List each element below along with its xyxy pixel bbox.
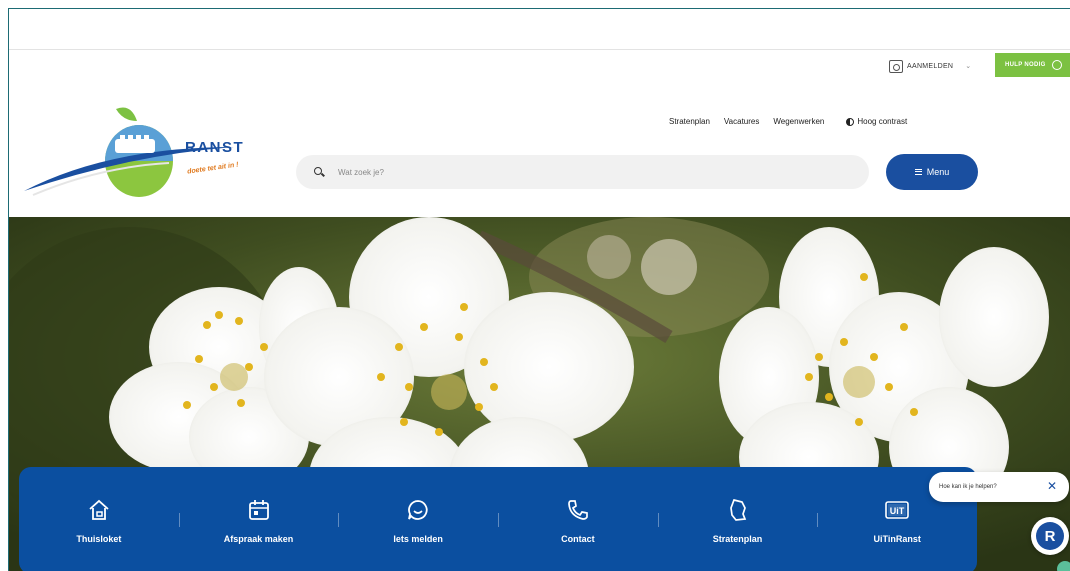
login-label: AANMELDEN: [907, 62, 954, 70]
chat-launcher-button[interactable]: R: [1031, 517, 1069, 555]
browser-viewport: AANMELDEN ⌄ HULP NODIG RANST doete tet a…: [8, 8, 1070, 571]
quick-navigation: Thuisloket Afspraak maken Iets melden Co…: [19, 467, 977, 571]
menu-label: Menu: [926, 167, 950, 177]
quicknav-thuisloket[interactable]: Thuisloket: [19, 467, 179, 571]
quicknav-afspraak-maken[interactable]: Afspraak maken: [178, 467, 339, 571]
help-icon: [1051, 60, 1062, 70]
nav-link-wegenwerken[interactable]: Wegenwerken: [773, 117, 824, 126]
quicknav-contact[interactable]: Contact: [498, 467, 658, 571]
chat-icon: [408, 499, 428, 520]
status-dot: [1057, 561, 1070, 571]
high-contrast-toggle[interactable]: Hoog contrast: [846, 117, 907, 126]
map-icon: [729, 498, 746, 521]
close-icon[interactable]: ✕: [1047, 479, 1057, 493]
quicknav-label: Thuisloket: [76, 533, 122, 544]
contrast-icon: [846, 117, 855, 126]
chat-prompt[interactable]: Hoe kan ik je helpen? ✕: [929, 472, 1069, 502]
chat-prompt-text: Hoe kan ik je helpen?: [939, 484, 997, 490]
quicknav-label: Iets melden: [393, 533, 443, 544]
utility-bar: AANMELDEN ⌄ HULP NODIG: [9, 49, 1070, 79]
quicknav-stratenplan[interactable]: Stratenplan: [657, 467, 818, 571]
help-label: HULP NODIG: [1005, 62, 1046, 68]
menu-button[interactable]: Menu: [886, 154, 978, 190]
chat-launcher-icon: R: [1036, 522, 1064, 550]
logo-graphic: [24, 107, 234, 197]
quicknav-label: Contact: [561, 533, 595, 544]
chevron-down-icon: ⌄: [965, 63, 972, 70]
phone-icon: [567, 499, 588, 520]
search-input[interactable]: [338, 167, 738, 177]
quicknav-iets-melden[interactable]: Iets melden: [338, 467, 498, 571]
calendar-icon: [248, 499, 269, 520]
contrast-label: Hoog contrast: [857, 117, 908, 126]
help-button[interactable]: HULP NODIG: [995, 53, 1070, 77]
uit-icon: UiT: [885, 500, 909, 519]
quicknav-label: UiTinRanst: [873, 533, 921, 544]
brand-name: RANST: [185, 139, 245, 156]
search-bar[interactable]: [296, 155, 869, 189]
site-header: RANST doete tet ait in ! Stratenplan Vac…: [9, 79, 1070, 217]
search-icon: [314, 167, 324, 177]
ranst-logo[interactable]: RANST doete tet ait in !: [19, 99, 289, 209]
nav-link-stratenplan[interactable]: Stratenplan: [669, 117, 710, 126]
hamburger-icon: [914, 169, 922, 175]
svg-text:UiT: UiT: [890, 506, 905, 516]
nav-link-vacatures[interactable]: Vacatures: [724, 117, 759, 126]
login-icon: [889, 59, 903, 73]
quicknav-label: Stratenplan: [712, 533, 763, 544]
home-icon: [89, 499, 109, 520]
top-navigation: Stratenplan Vacatures Wegenwerken Hoog c…: [669, 117, 907, 126]
quicknav-label: Afspraak maken: [223, 533, 294, 544]
login-button[interactable]: AANMELDEN ⌄: [889, 57, 971, 75]
